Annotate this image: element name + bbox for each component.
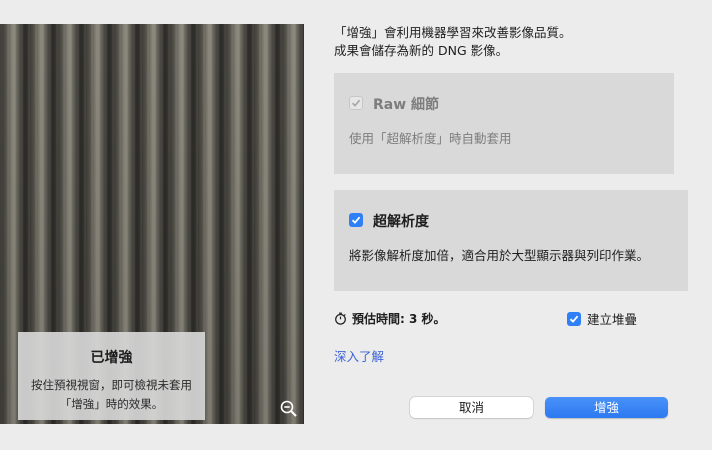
stopwatch-icon: [335, 312, 346, 325]
estimated-time-text: 預估時間: 3 秒。: [352, 312, 446, 326]
super-resolution-desc: 將影像解析度加倍，適合用於大型顯示器與列印作業。: [349, 248, 650, 263]
super-resolution-option: 超解析度 將影像解析度加倍，適合用於大型顯示器與列印作業。: [334, 190, 688, 291]
create-stack-checkbox[interactable]: [567, 311, 581, 326]
checkmark-icon: [351, 99, 361, 107]
checkmark-icon: [569, 315, 579, 323]
raw-details-desc: 使用「超解析度」時自動套用: [349, 131, 512, 146]
raw-details-label: Raw 細節: [373, 97, 440, 113]
intro-line2: 成果會儲存為新的 DNG 影像。: [334, 43, 509, 58]
intro-line1: 「增強」會利用機器學習來改善影像品質。: [334, 25, 572, 40]
intro-text: 「增強」會利用機器學習來改善影像品質。 成果會儲存為新的 DNG 影像。: [334, 24, 694, 60]
enhanced-preview[interactable]: 已增強 按住預視視窗，即可檢視未套用 「增強」時的效果。: [0, 24, 304, 424]
preview-overlay-desc: 按住預視視窗，即可檢視未套用 「增強」時的效果。: [18, 376, 205, 414]
estimated-time: 預估時間: 3 秒。: [334, 310, 446, 327]
zoom-out-icon[interactable]: [279, 399, 299, 419]
raw-details-checkbox[interactable]: [349, 96, 363, 110]
raw-details-option: Raw 細節 使用「超解析度」時自動套用: [334, 73, 674, 174]
create-stack-label: 建立堆疊: [587, 312, 638, 327]
preview-overlay-title: 已增強: [90, 350, 133, 366]
cancel-button[interactable]: 取消: [410, 397, 533, 418]
super-resolution-checkbox[interactable]: [349, 213, 363, 227]
preview-overlay-desc-line2: 「增強」時的效果。: [59, 397, 164, 411]
super-resolution-label: 超解析度: [373, 214, 429, 230]
enhance-dialog: 已增強 按住預視視窗，即可檢視未套用 「增強」時的效果。 「增強」會利用機器學習…: [0, 0, 712, 450]
preview-overlay: 已增強 按住預視視窗，即可檢視未套用 「增強」時的效果。: [18, 332, 205, 420]
create-stack-option[interactable]: 建立堆疊: [567, 309, 637, 328]
preview-overlay-desc-line1: 按住預視視窗，即可檢視未套用: [31, 378, 192, 392]
learn-more-link[interactable]: 深入了解: [334, 346, 384, 365]
enhance-button[interactable]: 增強: [545, 397, 668, 418]
checkmark-icon: [351, 216, 361, 224]
